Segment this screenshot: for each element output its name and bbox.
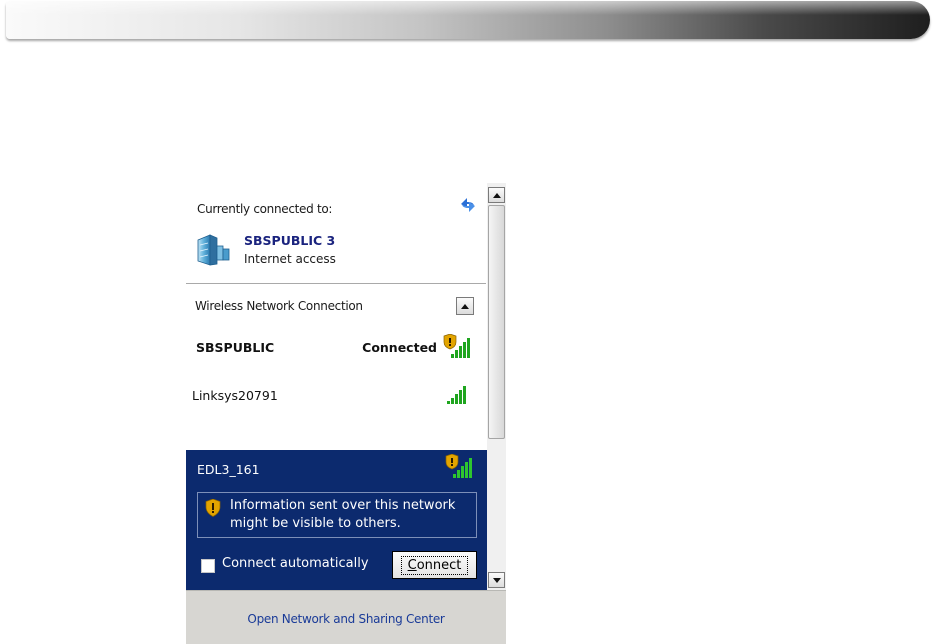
section-divider [186,283,486,284]
refresh-icon[interactable] [457,194,479,216]
shield-signal-icon [443,334,470,358]
current-connection-name: SBSPUBLIC 3 [244,233,336,248]
network-item-linksys20791[interactable]: Linksys20791 [186,382,487,412]
connect-button-label: Connect [400,555,469,575]
signal-strength-icon [447,386,466,404]
warning-line-1: Information sent over this network [230,498,456,513]
connect-button[interactable]: Connect [392,551,477,579]
wireless-section-title: Wireless Network Connection [195,299,363,313]
connect-automatically-label[interactable]: Connect automatically [222,556,369,571]
chevron-up-icon [461,303,469,309]
scroll-thumb[interactable] [488,205,505,439]
connect-accelerator: C [407,557,417,573]
network-status: Connected [362,340,437,355]
open-network-sharing-center-link[interactable]: Open Network and Sharing Center [186,612,506,626]
network-flyout: Currently connected to: SBSPUBLIC 3 Inte… [186,183,506,644]
currently-connected-label: Currently connected to: [197,202,333,216]
network-name: Linksys20791 [192,388,278,403]
scroll-up-button[interactable] [488,187,505,203]
security-warning-text: Information sent over this network might… [230,497,455,533]
current-connection-status: Internet access [244,252,336,266]
network-name: SBSPUBLIC [196,340,275,355]
vertical-scrollbar[interactable] [487,183,506,590]
network-icon [197,234,230,266]
connect-label-rest: onnect [416,557,462,573]
network-item-sbspublic[interactable]: SBSPUBLIC Connected [186,334,487,364]
security-warning-box: Information sent over this network might… [197,492,477,538]
flyout-footer: Open Network and Sharing Center [186,590,506,644]
warning-line-2: might be visible to others. [230,516,401,531]
section-collapse-button[interactable] [456,297,474,315]
arrow-up-icon [492,192,501,198]
shield-warning-icon [205,499,221,517]
flyout-content: Currently connected to: SBSPUBLIC 3 Inte… [186,183,487,591]
selected-network-panel[interactable]: EDL3_161 Information sent over this netw… [186,450,487,591]
decorative-banner [6,1,930,39]
shield-signal-icon [445,454,472,478]
connect-automatically-checkbox[interactable] [201,559,215,573]
selected-network-name: EDL3_161 [197,462,260,477]
arrow-down-icon [492,577,501,583]
scroll-down-button[interactable] [488,572,505,588]
